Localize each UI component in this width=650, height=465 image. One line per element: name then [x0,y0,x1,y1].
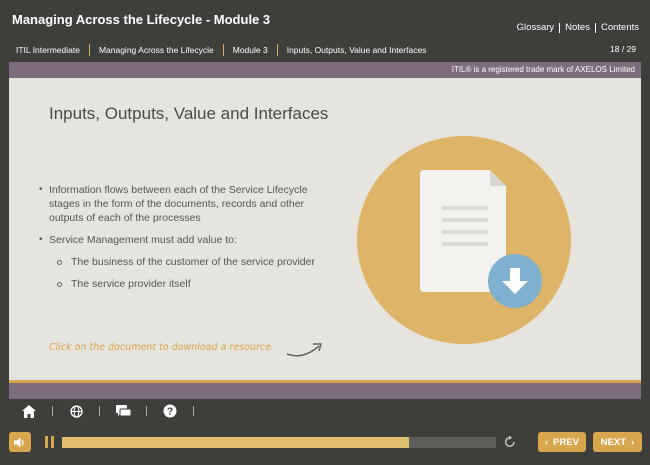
divider [88,44,90,56]
breadcrumb-item: Inputs, Outputs, Value and Interfaces [286,45,427,55]
playback-controls: ‹ PREV NEXT › [0,430,650,454]
progress-bar[interactable] [62,437,496,448]
sub-bullet-text: The business of the customer of the serv… [71,256,315,268]
trademark-text: ITIL® is a registered trade mark of AXEL… [451,65,635,74]
divider [99,406,100,416]
download-hint: Click on the document to download a reso… [49,342,274,353]
breadcrumb-item: ITIL Intermediate [16,45,80,55]
pause-button[interactable] [44,436,56,448]
sub-bullet-item: The business of the customer of the serv… [57,255,339,269]
slide-title: Inputs, Outputs, Value and Interfaces [49,104,329,123]
slide-content: Inputs, Outputs, Value and Interfaces • … [9,78,641,380]
svg-text:?: ? [167,407,173,418]
circle-bullet-icon [57,277,71,291]
breadcrumb-item: Managing Across the Lifecycle [98,45,214,55]
chevron-left-icon: ‹ [544,436,549,448]
bottom-bar [9,383,641,399]
page-counter: 18 / 29 [610,44,636,54]
curved-arrow-icon [286,343,322,357]
divider [52,406,53,416]
circle-bullet-icon [57,255,71,269]
bullet-text: Information flows between each of the Se… [49,184,308,224]
help-icon[interactable]: ? [161,403,179,419]
divider [594,22,596,33]
contents-link[interactable]: Contents [601,22,639,33]
chevron-right-icon: › [631,436,635,448]
divider [146,406,147,416]
divider [276,44,278,56]
chat-icon[interactable] [114,403,132,419]
course-title: Managing Across the Lifecycle - Module 3 [12,12,271,27]
course-player: Managing Across the Lifecycle - Module 3… [0,0,650,465]
bullet-item: • Information flows between each of the … [39,183,339,225]
next-button[interactable]: NEXT › [593,432,642,452]
breadcrumb: ITIL Intermediate Managing Across the Li… [16,44,426,56]
progress-fill [62,437,410,448]
bullet-item: • Service Management must add value to: [39,233,339,247]
trademark-bar: ITIL® is a registered trade mark of AXEL… [9,62,641,78]
sub-bullet-item: The service provider itself [57,277,339,291]
notes-link[interactable]: Notes [565,22,590,33]
breadcrumb-item: Module 3 [232,45,268,55]
divider [222,44,224,56]
replay-icon[interactable] [503,435,517,449]
prev-label: PREV [553,436,580,448]
prev-button[interactable]: ‹ PREV [538,432,586,452]
divider [559,22,561,33]
bullet-icon: • [39,184,43,195]
toolbar: ? [20,403,208,419]
volume-button[interactable] [9,432,31,452]
bullet-list: • Information flows between each of the … [39,183,339,299]
glossary-link[interactable]: Glossary [517,22,554,33]
divider [193,406,194,416]
download-resource[interactable] [357,136,571,344]
sub-bullet-text: The service provider itself [71,278,191,290]
globe-icon[interactable] [67,403,85,419]
bullet-text: Service Management must add value to: [49,234,237,246]
speaker-icon [14,437,24,447]
bullet-icon: • [39,234,43,245]
next-label: NEXT [600,436,627,448]
download-icon [488,254,542,308]
top-links: Glossary Notes Contents [517,22,639,33]
home-icon[interactable] [20,403,38,419]
